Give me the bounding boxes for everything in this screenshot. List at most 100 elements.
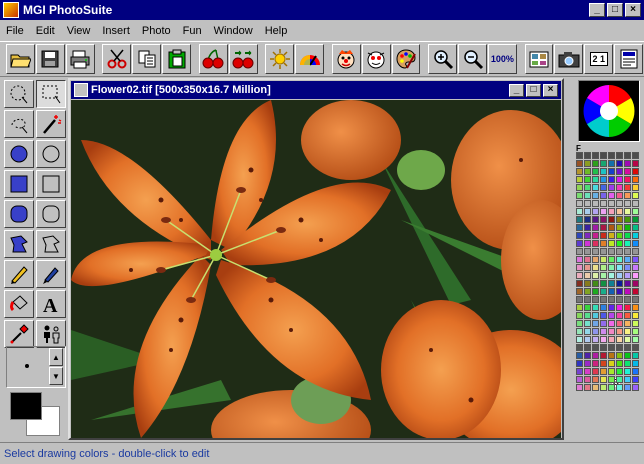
palette-swatch[interactable] bbox=[592, 184, 599, 191]
ellipse-tool[interactable] bbox=[36, 140, 66, 168]
palette-swatch[interactable] bbox=[576, 184, 583, 191]
paint-palette-button[interactable] bbox=[391, 44, 421, 74]
text-tool[interactable]: A bbox=[36, 290, 66, 318]
palette-swatch[interactable] bbox=[576, 264, 583, 271]
palette-swatch[interactable] bbox=[584, 176, 591, 183]
palette-swatch[interactable] bbox=[608, 160, 615, 167]
palette-swatch[interactable] bbox=[632, 296, 639, 303]
palette-swatch[interactable] bbox=[624, 240, 631, 247]
filled-rounded-rect-tool[interactable] bbox=[4, 200, 34, 228]
palette-swatch[interactable] bbox=[608, 184, 615, 191]
palette-swatch[interactable] bbox=[616, 272, 623, 279]
palette-swatch[interactable] bbox=[624, 232, 631, 239]
palette-swatch[interactable] bbox=[632, 176, 639, 183]
palette-swatch[interactable] bbox=[608, 192, 615, 199]
palette-swatch[interactable] bbox=[584, 160, 591, 167]
palette-swatch[interactable] bbox=[624, 280, 631, 287]
palette-swatch[interactable] bbox=[592, 360, 599, 367]
app-icon[interactable] bbox=[3, 2, 19, 18]
palette-swatch[interactable] bbox=[584, 232, 591, 239]
palette-swatch[interactable] bbox=[592, 208, 599, 215]
zoom-out-button[interactable] bbox=[458, 44, 487, 74]
palette-swatch[interactable] bbox=[592, 224, 599, 231]
palette-swatch[interactable] bbox=[632, 352, 639, 359]
palette-swatch[interactable] bbox=[584, 200, 591, 207]
palette-swatch[interactable] bbox=[616, 360, 623, 367]
palette-swatch[interactable] bbox=[592, 288, 599, 295]
palette-swatch[interactable] bbox=[576, 368, 583, 375]
palette-swatch[interactable] bbox=[632, 216, 639, 223]
color-adjust-button[interactable] bbox=[295, 44, 325, 74]
palette-swatch[interactable] bbox=[608, 304, 615, 311]
fun-face-button[interactable] bbox=[361, 44, 391, 74]
palette-swatch[interactable] bbox=[624, 272, 631, 279]
palette-swatch[interactable] bbox=[592, 312, 599, 319]
palette-swatch[interactable] bbox=[624, 152, 631, 159]
palette-swatch[interactable] bbox=[600, 216, 607, 223]
palette-swatch[interactable] bbox=[632, 168, 639, 175]
rect-tool[interactable] bbox=[36, 170, 66, 198]
palette-swatch[interactable] bbox=[592, 272, 599, 279]
save-button[interactable] bbox=[35, 44, 65, 74]
palette-swatch[interactable] bbox=[616, 216, 623, 223]
palette-swatch[interactable] bbox=[600, 344, 607, 351]
palette-swatch[interactable] bbox=[624, 216, 631, 223]
palette-swatch[interactable] bbox=[600, 224, 607, 231]
palette-swatch[interactable] bbox=[624, 224, 631, 231]
palette-swatch[interactable] bbox=[632, 192, 639, 199]
calculator-button[interactable]: 2 1 bbox=[584, 44, 614, 74]
palette-swatch[interactable] bbox=[576, 384, 583, 391]
brightness-button[interactable] bbox=[265, 44, 295, 74]
doc-close-button[interactable]: × bbox=[543, 83, 558, 97]
foreground-color-swatch[interactable] bbox=[10, 392, 42, 420]
brush-size-selector[interactable]: ▲ ▼ bbox=[6, 346, 66, 388]
palette-swatch[interactable] bbox=[632, 160, 639, 167]
palette-swatch[interactable] bbox=[608, 288, 615, 295]
palette-swatch[interactable] bbox=[624, 176, 631, 183]
palette-swatch[interactable] bbox=[608, 376, 615, 383]
palette-swatch[interactable] bbox=[592, 304, 599, 311]
palette-swatch[interactable] bbox=[624, 184, 631, 191]
palette-swatch[interactable] bbox=[576, 208, 583, 215]
palette-swatch[interactable] bbox=[624, 288, 631, 295]
brush-size-up-button[interactable]: ▲ bbox=[49, 348, 63, 366]
palette-swatch[interactable] bbox=[616, 288, 623, 295]
palette-swatch[interactable] bbox=[592, 168, 599, 175]
palette-swatch[interactable] bbox=[616, 312, 623, 319]
palette-swatch[interactable] bbox=[576, 232, 583, 239]
palette-swatch[interactable] bbox=[624, 344, 631, 351]
palette-swatch[interactable] bbox=[632, 224, 639, 231]
palette-swatch[interactable] bbox=[592, 296, 599, 303]
palette-swatch[interactable] bbox=[632, 360, 639, 367]
palette-swatch[interactable] bbox=[600, 192, 607, 199]
palette-swatch[interactable] bbox=[592, 176, 599, 183]
palette-swatch[interactable] bbox=[584, 264, 591, 271]
palette-swatch[interactable] bbox=[632, 336, 639, 343]
palette-swatch[interactable] bbox=[608, 208, 615, 215]
color-palette[interactable]: F B bbox=[576, 144, 642, 392]
palette-swatch[interactable] bbox=[608, 216, 615, 223]
palette-swatch[interactable] bbox=[600, 336, 607, 343]
palette-swatch[interactable] bbox=[576, 328, 583, 335]
rounded-rect-tool[interactable] bbox=[36, 200, 66, 228]
palette-swatch[interactable] bbox=[632, 248, 639, 255]
palette-swatch[interactable] bbox=[600, 184, 607, 191]
palette-swatch[interactable] bbox=[584, 288, 591, 295]
palette-swatch[interactable] bbox=[600, 200, 607, 207]
palette-swatch[interactable] bbox=[616, 336, 623, 343]
red-eye-fix-button[interactable] bbox=[228, 44, 258, 74]
palette-swatch[interactable] bbox=[576, 320, 583, 327]
palette-swatch[interactable] bbox=[584, 184, 591, 191]
palette-swatch[interactable] bbox=[600, 352, 607, 359]
palette-swatch[interactable] bbox=[608, 320, 615, 327]
red-eye-button[interactable] bbox=[198, 44, 228, 74]
palette-swatch[interactable] bbox=[624, 160, 631, 167]
document-title-bar[interactable]: Flower02.tif [500x350x16.7 Million] _ □ … bbox=[71, 81, 561, 99]
palette-swatch[interactable] bbox=[616, 224, 623, 231]
palette-swatch[interactable] bbox=[616, 280, 623, 287]
palette-swatch[interactable] bbox=[632, 288, 639, 295]
palette-swatch[interactable] bbox=[600, 280, 607, 287]
palette-swatch[interactable] bbox=[576, 224, 583, 231]
palette-swatch[interactable] bbox=[624, 304, 631, 311]
doc-minimize-button[interactable]: _ bbox=[509, 83, 524, 97]
